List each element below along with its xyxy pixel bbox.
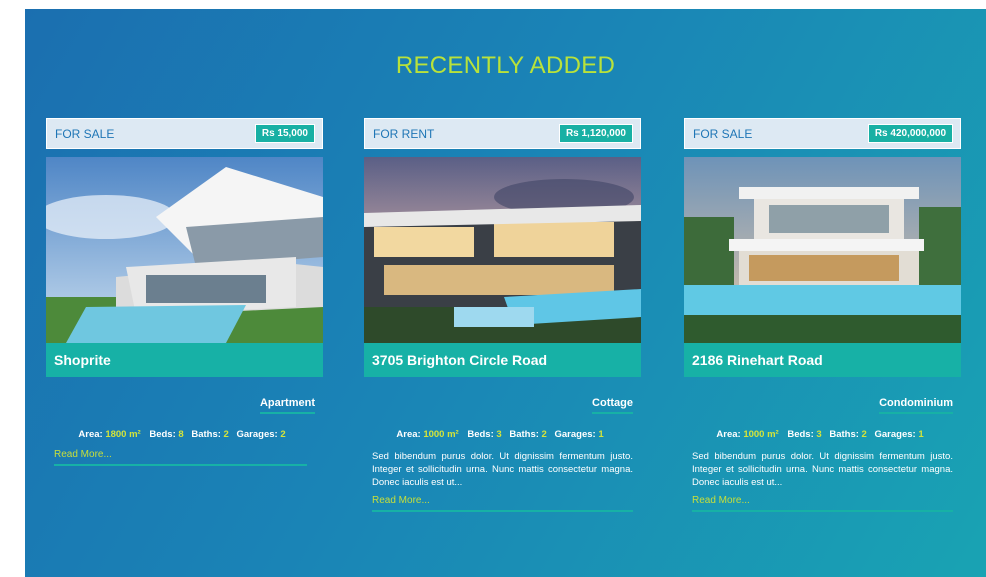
listing-name[interactable]: 3705 Brighton Circle Road xyxy=(364,343,641,377)
listing-status-bar: FOR SALE Rs 420,000,000 xyxy=(684,118,961,149)
baths-value: 2 xyxy=(223,429,229,440)
beds-value: 8 xyxy=(178,429,184,440)
listing-card-2[interactable]: FOR RENT Rs 1,120,000 3705 Brighton Circ… xyxy=(364,118,641,512)
listing-specs: Area: 1000 m² Beds: 3 Baths: 2 Garages: … xyxy=(364,429,641,440)
baths-label: Baths: xyxy=(829,429,859,440)
area-label: Area: xyxy=(78,429,103,440)
garages-label: Garages: xyxy=(236,429,278,440)
listing-photo[interactable] xyxy=(684,157,961,343)
baths-value: 2 xyxy=(861,429,867,440)
garages-label: Garages: xyxy=(874,429,916,440)
listing-photo[interactable] xyxy=(364,157,641,343)
beds-label: Beds: xyxy=(149,429,176,440)
listing-description: Sed bibendum purus dolor. Ut dignissim f… xyxy=(372,451,633,488)
listing-photo[interactable] xyxy=(46,157,323,343)
listing-card-1[interactable]: FOR SALE Rs 15,000 Shoprite Apartment Ar… xyxy=(46,118,323,466)
section-title: RECENTLY ADDED xyxy=(395,52,616,79)
listing-description: Sed bibendum purus dolor. Ut dignissim f… xyxy=(692,451,953,488)
beds-value: 3 xyxy=(816,429,822,440)
listing-name[interactable]: Shoprite xyxy=(46,343,323,377)
listing-specs: Area: 1800 m² Beds: 8 Baths: 2 Garages: … xyxy=(46,429,323,440)
property-type: Cottage xyxy=(592,397,633,414)
garages-label: Garages: xyxy=(554,429,596,440)
area-value: 1000 m² xyxy=(423,429,459,440)
garages-value: 1 xyxy=(598,429,604,440)
garages-value: 2 xyxy=(280,429,286,440)
listing-status: FOR SALE xyxy=(693,126,753,141)
read-more-link[interactable]: Read More... xyxy=(372,495,633,512)
listing-specs: Area: 1000 m² Beds: 3 Baths: 2 Garages: … xyxy=(684,429,961,440)
beds-label: Beds: xyxy=(787,429,814,440)
baths-label: Baths: xyxy=(509,429,539,440)
beds-label: Beds: xyxy=(467,429,494,440)
listing-status: FOR SALE xyxy=(55,126,115,141)
garages-value: 1 xyxy=(918,429,924,440)
listing-status-bar: FOR RENT Rs 1,120,000 xyxy=(364,118,641,149)
price-badge: Rs 1,120,000 xyxy=(558,124,633,143)
recently-added-section: RECENTLY ADDED FOR SALE Rs 15,000 Shopri… xyxy=(25,9,986,577)
area-label: Area: xyxy=(396,429,421,440)
listing-card-3[interactable]: FOR SALE Rs 420,000,000 2186 Rinehart Ro… xyxy=(684,118,961,512)
read-more-link[interactable]: Read More... xyxy=(692,495,953,512)
listing-status: FOR RENT xyxy=(373,126,435,141)
property-type: Apartment xyxy=(259,397,315,414)
area-value: 1800 m² xyxy=(105,429,141,440)
listing-status-bar: FOR SALE Rs 15,000 xyxy=(46,118,323,149)
beds-value: 3 xyxy=(496,429,502,440)
listing-name[interactable]: 2186 Rinehart Road xyxy=(684,343,961,377)
price-badge: Rs 420,000,000 xyxy=(867,124,953,143)
read-more-link[interactable]: Read More... xyxy=(54,449,307,466)
baths-value: 2 xyxy=(541,429,547,440)
property-type: Condominium xyxy=(879,397,953,414)
area-label: Area: xyxy=(716,429,741,440)
price-badge: Rs 15,000 xyxy=(254,124,315,143)
area-value: 1000 m² xyxy=(743,429,779,440)
baths-label: Baths: xyxy=(191,429,221,440)
